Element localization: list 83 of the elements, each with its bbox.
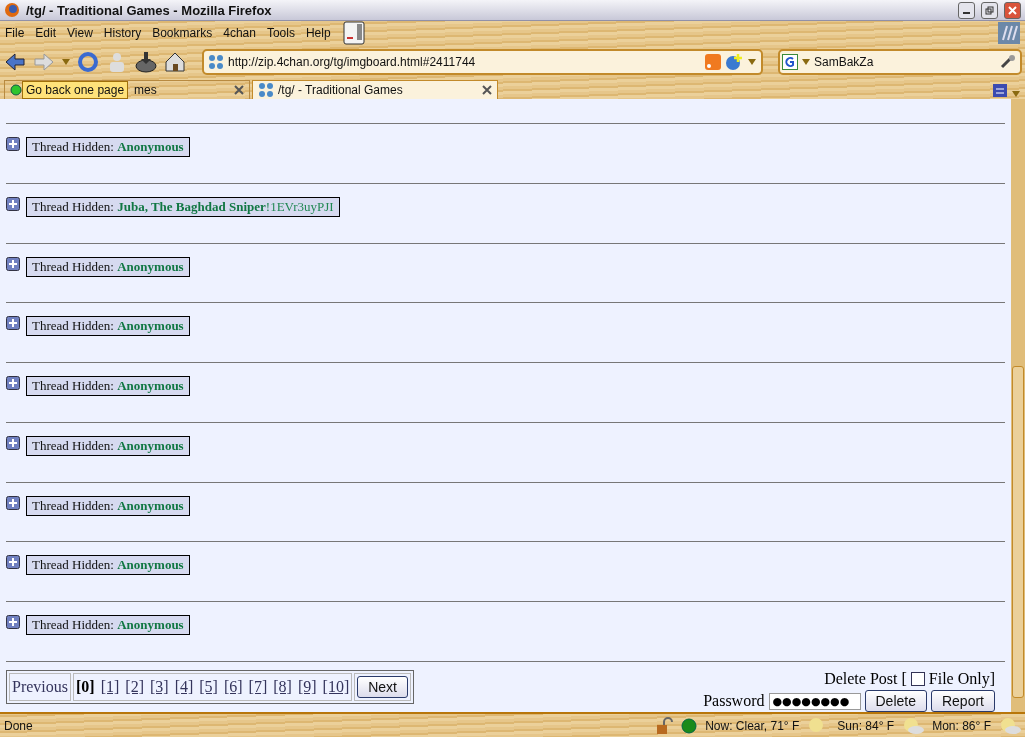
form-button[interactable]: Report: [930, 690, 995, 713]
page-link[interactable]: [2]: [125, 678, 144, 697]
menu-item[interactable]: History: [103, 26, 142, 40]
page-link[interactable]: [8]: [273, 678, 292, 697]
menu-item[interactable]: View: [67, 26, 93, 40]
sun-cloud-icon: [902, 716, 925, 735]
page-link[interactable]: [6]: [223, 678, 243, 697]
download-icon[interactable]: [134, 49, 158, 74]
weather-text: Sun: 84° F: [837, 718, 895, 733]
file-only-checkbox[interactable]: [910, 672, 925, 687]
page-link[interactable]: [3]: [149, 678, 169, 697]
next-button[interactable]: Next: [357, 676, 408, 699]
close-icon: [1008, 5, 1017, 15]
window-title: /tg/ - Traditional Games - Mozilla Firefox: [26, 2, 273, 18]
globe-plus-icon[interactable]: [725, 52, 743, 71]
hidden-thread-label: Thread Hidden: Anonymous: [26, 615, 190, 636]
page-link[interactable]: [10]: [322, 678, 350, 697]
firefox-icon: [4, 2, 20, 18]
site-icon: [208, 53, 224, 70]
hidden-thread-label: Thread Hidden: Anonymous: [26, 495, 190, 516]
page-link[interactable]: [0]: [76, 678, 95, 697]
delete-post-label: Delete Post [: [824, 670, 907, 689]
expand-plus-icon[interactable]: [6, 555, 20, 570]
expand-plus-icon[interactable]: [6, 376, 20, 391]
restore-button[interactable]: [981, 1, 998, 19]
expand-plus-icon[interactable]: [6, 316, 20, 331]
search-text: SamBakZa: [814, 54, 875, 69]
expand-plus-icon[interactable]: [6, 435, 20, 450]
expand-plus-icon[interactable]: [6, 137, 20, 151]
page-link[interactable]: [1]: [100, 678, 120, 697]
hidden-thread-label: Thread Hidden: Anonymous: [26, 137, 190, 157]
url-text: http://zip.4chan.org/tg/imgboard.html#2411744: [228, 54, 477, 69]
hidden-thread-label: Thread Hidden: Juba, The Baghdad Sniper!1EVr3uyPJI: [26, 196, 340, 217]
expand-plus-icon[interactable]: [6, 256, 20, 271]
padlock-icon: [655, 716, 674, 735]
page-link[interactable]: [4]: [174, 678, 194, 697]
site-icon: [258, 82, 274, 98]
close-icon[interactable]: [234, 85, 244, 95]
hidden-thread-label: Thread Hidden: Anonymous: [26, 435, 190, 456]
menu-item[interactable]: Edit: [35, 26, 57, 40]
page-link[interactable]: [9]: [297, 678, 317, 697]
hidden-thread-label: Thread Hidden: Anonymous: [26, 376, 190, 397]
weather-text: Now: Clear, 71° F: [705, 718, 800, 733]
weather-text: Mon: 86° F: [932, 718, 991, 733]
page-link[interactable]: [7]: [248, 678, 268, 697]
restore-icon: [985, 5, 994, 15]
dropdown-caret-icon[interactable]: [747, 56, 757, 67]
minimize-button[interactable]: [958, 1, 975, 19]
search-field[interactable]: SamBakZa: [778, 48, 1022, 75]
close-button[interactable]: [1004, 1, 1021, 19]
expand-plus-icon[interactable]: [6, 495, 20, 510]
status-text: Done: [4, 718, 33, 733]
search-icon[interactable]: [998, 52, 1018, 71]
status-dot-icon: [10, 84, 22, 96]
address-bar[interactable]: http://zip.4chan.org/tg/imgboard.html#2411744: [202, 48, 763, 75]
expand-plus-icon[interactable]: [6, 615, 20, 630]
menu-item[interactable]: File: [5, 26, 25, 40]
dropdown-caret-icon[interactable]: [61, 56, 71, 67]
google-icon: [782, 53, 798, 70]
dropdown-caret-icon[interactable]: [801, 56, 811, 67]
form-button[interactable]: Delete: [864, 690, 927, 713]
logo-icon: [998, 22, 1020, 44]
hidden-thread-label: Thread Hidden: Anonymous: [26, 316, 190, 337]
browser-tab[interactable]: /tg/ - Traditional Games: [252, 80, 498, 99]
file-only-label: File Only]: [928, 670, 995, 689]
expand-plus-icon[interactable]: [6, 196, 20, 211]
tooltip: Go back one page: [22, 81, 129, 99]
menu-item[interactable]: Help: [305, 26, 331, 40]
scrollbar[interactable]: [1011, 99, 1025, 712]
hidden-thread-label: Thread Hidden: Anonymous: [26, 555, 190, 576]
tab-list-icon[interactable]: [991, 81, 1009, 99]
close-icon[interactable]: [482, 85, 492, 95]
menu-item[interactable]: Tools: [266, 26, 295, 40]
reload-icon[interactable]: [76, 49, 100, 74]
previous-label: Previous: [12, 678, 68, 697]
menu-item[interactable]: Bookmarks: [152, 26, 213, 40]
menu-item[interactable]: 4chan: [223, 26, 256, 40]
hidden-thread-label: Thread Hidden: Anonymous: [26, 256, 190, 277]
minimize-icon: [963, 12, 970, 14]
page-link[interactable]: [5]: [199, 678, 218, 697]
console-icon[interactable]: [341, 21, 366, 45]
password-label: Password: [703, 692, 765, 711]
password-field[interactable]: ●●●●●●●●: [768, 692, 861, 710]
